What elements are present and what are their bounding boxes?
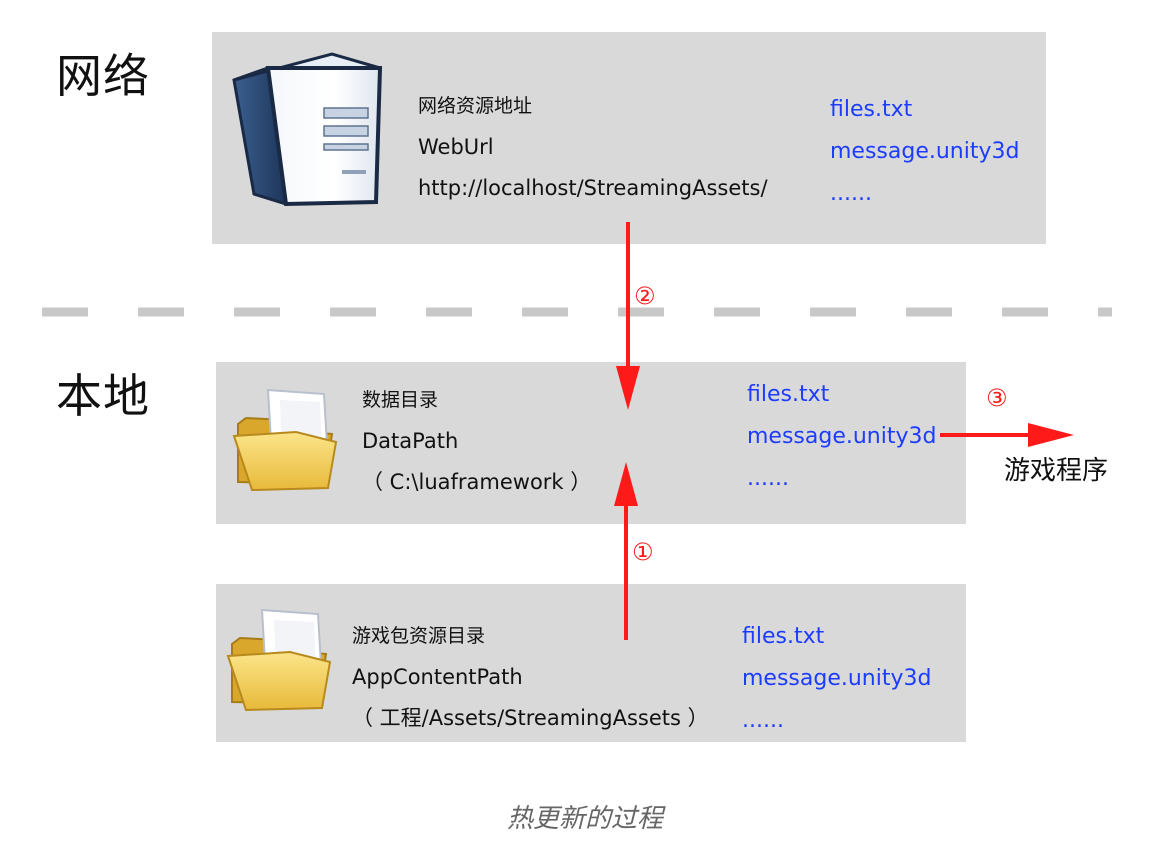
arrow-load — [940, 423, 1074, 447]
step-one-marker: ① — [632, 538, 654, 566]
arrow-download — [616, 222, 640, 410]
step-two-marker: ② — [634, 282, 656, 310]
game-program-label: 游戏程序 — [1004, 456, 1109, 486]
figure-caption: 热更新的过程 — [506, 804, 663, 834]
step-three-marker: ③ — [986, 384, 1008, 412]
flow-arrows — [614, 222, 1074, 640]
